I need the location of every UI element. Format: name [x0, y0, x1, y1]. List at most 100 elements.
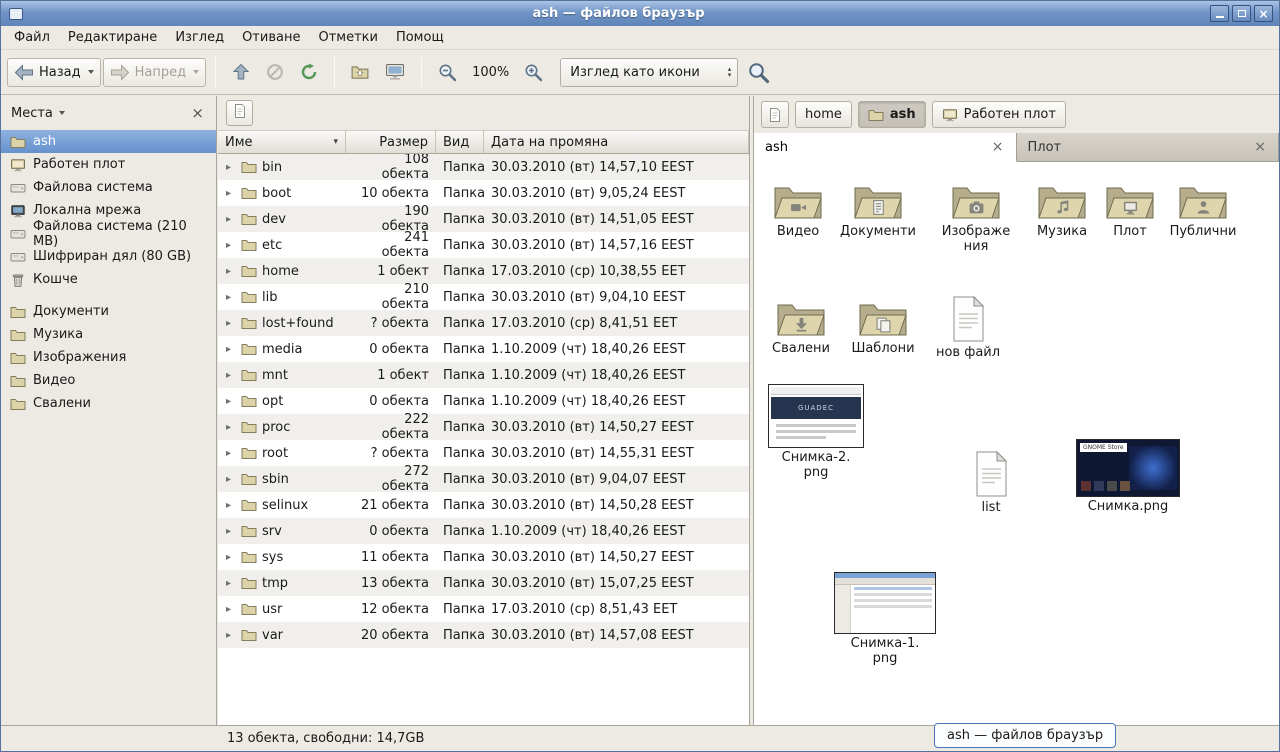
- sidebar-item[interactable]: Изображения: [1, 346, 216, 369]
- expander-icon[interactable]: ▸: [226, 292, 236, 303]
- table-row[interactable]: ▸etc241 обектаПапка30.03.2010 (вт) 14,57…: [218, 232, 749, 258]
- back-button[interactable]: Назад: [7, 58, 101, 87]
- column-header-date[interactable]: Дата на промяна: [484, 131, 749, 153]
- table-row[interactable]: ▸proc222 обектаПапка30.03.2010 (вт) 14,5…: [218, 414, 749, 440]
- icon-view-item[interactable]: Документи: [836, 178, 920, 240]
- table-row[interactable]: ▸tmp13 обектаПапка30.03.2010 (вт) 15,07,…: [218, 570, 749, 596]
- pane-location-button[interactable]: [226, 100, 253, 126]
- icon-view-item[interactable]: GUADECСнимка-2.png: [768, 384, 864, 480]
- tab[interactable]: ash×: [754, 133, 1017, 162]
- zoom-in-button[interactable]: [517, 57, 550, 88]
- sidebar-item[interactable]: Файлова система (210 MB): [1, 222, 216, 245]
- icon-canvas[interactable]: ВидеоДокументиИзображенияМузикаПлотПубли…: [754, 162, 1279, 725]
- table-row[interactable]: ▸dev190 обектаПапка30.03.2010 (вт) 14,51…: [218, 206, 749, 232]
- table-row[interactable]: ▸lib210 обектаПапка30.03.2010 (вт) 9,04,…: [218, 284, 749, 310]
- column-header-size[interactable]: Размер: [346, 131, 436, 153]
- expander-icon[interactable]: ▸: [226, 578, 236, 589]
- path-button[interactable]: ash: [858, 101, 926, 128]
- table-row[interactable]: ▸srv0 обектаПапка1.10.2009 (чт) 18,40,26…: [218, 518, 749, 544]
- icon-view-item[interactable]: Изображения: [934, 178, 1018, 254]
- icon-view-item[interactable]: list: [949, 450, 1033, 516]
- icon-view-item[interactable]: Снимка-1.png: [834, 572, 936, 666]
- table-row[interactable]: ▸opt0 обектаПапка1.10.2009 (чт) 18,40,26…: [218, 388, 749, 414]
- sidebar-item[interactable]: Файлова система: [1, 176, 216, 199]
- expander-icon[interactable]: ▸: [226, 474, 236, 485]
- close-button[interactable]: ×: [1254, 5, 1273, 22]
- expander-icon[interactable]: ▸: [226, 630, 236, 641]
- menu-item-5[interactable]: Помощ: [387, 27, 453, 48]
- icon-view-item[interactable]: Видео: [756, 178, 840, 240]
- table-row[interactable]: ▸var20 обектаПапка30.03.2010 (вт) 14,57,…: [218, 622, 749, 648]
- sidebar-item[interactable]: Видео: [1, 369, 216, 392]
- expander-icon[interactable]: ▸: [226, 344, 236, 355]
- table-row[interactable]: ▸usr12 обектаПапка17.03.2010 (ср) 8,51,4…: [218, 596, 749, 622]
- expander-icon[interactable]: ▸: [226, 526, 236, 537]
- table-row[interactable]: ▸bin108 обектаПапка30.03.2010 (вт) 14,57…: [218, 154, 749, 180]
- view-mode-select[interactable]: Изглед като икони ▴▾: [560, 58, 738, 87]
- forward-button[interactable]: Напред: [103, 58, 206, 87]
- expander-icon[interactable]: ▸: [226, 552, 236, 563]
- expander-icon[interactable]: ▸: [226, 240, 236, 251]
- up-button[interactable]: [225, 57, 257, 87]
- icon-view-item[interactable]: Свалени: [759, 295, 843, 357]
- sidebar-close-button[interactable]: ×: [189, 106, 206, 121]
- menu-item-2[interactable]: Изглед: [166, 27, 233, 48]
- expander-icon[interactable]: ▸: [226, 214, 236, 225]
- expander-icon[interactable]: ▸: [226, 370, 236, 381]
- sidebar-item[interactable]: Работен плот: [1, 153, 216, 176]
- search-button[interactable]: [740, 55, 777, 90]
- cell-name: ▸sbin: [218, 471, 346, 487]
- table-row[interactable]: ▸mnt1 обектПапка1.10.2009 (чт) 18,40,26 …: [218, 362, 749, 388]
- sidebar-item[interactable]: Кошче: [1, 268, 216, 291]
- icon-view-item[interactable]: Шаблони: [841, 295, 925, 357]
- zoom-out-button[interactable]: [431, 57, 464, 88]
- icon-view-item[interactable]: Плот: [1088, 178, 1172, 240]
- computer-button[interactable]: [378, 57, 412, 87]
- expander-icon[interactable]: ▸: [226, 396, 236, 407]
- places-chevron-icon[interactable]: [59, 111, 65, 115]
- table-row[interactable]: ▸media0 обектаПапка1.10.2009 (чт) 18,40,…: [218, 336, 749, 362]
- maximize-button[interactable]: [1232, 5, 1251, 22]
- expander-icon[interactable]: ▸: [226, 448, 236, 459]
- table-row[interactable]: ▸selinux21 обектаПапка30.03.2010 (вт) 14…: [218, 492, 749, 518]
- table-row[interactable]: ▸lost+found? обектаПапка17.03.2010 (ср) …: [218, 310, 749, 336]
- icon-view-item[interactable]: нов файл: [926, 295, 1010, 361]
- tab-close-button[interactable]: ×: [1253, 140, 1267, 154]
- sidebar-item[interactable]: Шифриран дял (80 GB): [1, 245, 216, 268]
- menu-item-0[interactable]: Файл: [5, 27, 59, 48]
- table-row[interactable]: ▸sbin272 обектаПапка30.03.2010 (вт) 9,04…: [218, 466, 749, 492]
- sidebar-item[interactable]: Музика: [1, 323, 216, 346]
- table-row[interactable]: ▸sys11 обектаПапка30.03.2010 (вт) 14,50,…: [218, 544, 749, 570]
- tab[interactable]: Плот×: [1017, 133, 1280, 162]
- expander-icon[interactable]: ▸: [226, 604, 236, 615]
- menu-item-4[interactable]: Отметки: [309, 27, 386, 48]
- minimize-button[interactable]: [1210, 5, 1229, 22]
- menu-item-3[interactable]: Отиване: [233, 27, 309, 48]
- expander-icon[interactable]: ▸: [226, 422, 236, 433]
- expander-icon[interactable]: ▸: [226, 266, 236, 277]
- sidebar-item[interactable]: ash: [1, 130, 216, 153]
- column-header-name[interactable]: Име▾: [218, 131, 346, 153]
- table-row[interactable]: ▸root? обектаПапка30.03.2010 (вт) 14,55,…: [218, 440, 749, 466]
- titlebar[interactable]: ash — файлов браузър ×: [1, 1, 1279, 26]
- stop-button[interactable]: [259, 57, 291, 87]
- reload-button[interactable]: [293, 57, 325, 87]
- column-header-type[interactable]: Вид: [436, 131, 484, 153]
- icon-view-item[interactable]: GNOME StoreСнимка.png: [1076, 439, 1180, 515]
- expander-icon[interactable]: ▸: [226, 318, 236, 329]
- table-row[interactable]: ▸boot10 обектаПапка30.03.2010 (вт) 9,05,…: [218, 180, 749, 206]
- expander-icon[interactable]: ▸: [226, 188, 236, 199]
- expander-icon[interactable]: ▸: [226, 500, 236, 511]
- path-button[interactable]: home: [795, 101, 852, 128]
- sidebar-item[interactable]: Документи: [1, 300, 216, 323]
- home-button[interactable]: [344, 57, 376, 87]
- expander-icon[interactable]: ▸: [226, 162, 236, 173]
- menu-item-1[interactable]: Редактиране: [59, 27, 166, 48]
- table-row[interactable]: ▸home1 обектПапка17.03.2010 (ср) 10,38,5…: [218, 258, 749, 284]
- path-button[interactable]: Работен плот: [932, 101, 1066, 128]
- tab-close-button[interactable]: ×: [991, 140, 1005, 154]
- places-title[interactable]: Места: [11, 106, 53, 121]
- sidebar-item[interactable]: Свалени: [1, 392, 216, 415]
- path-button[interactable]: [761, 101, 789, 128]
- icon-view-item[interactable]: Публични: [1161, 178, 1245, 240]
